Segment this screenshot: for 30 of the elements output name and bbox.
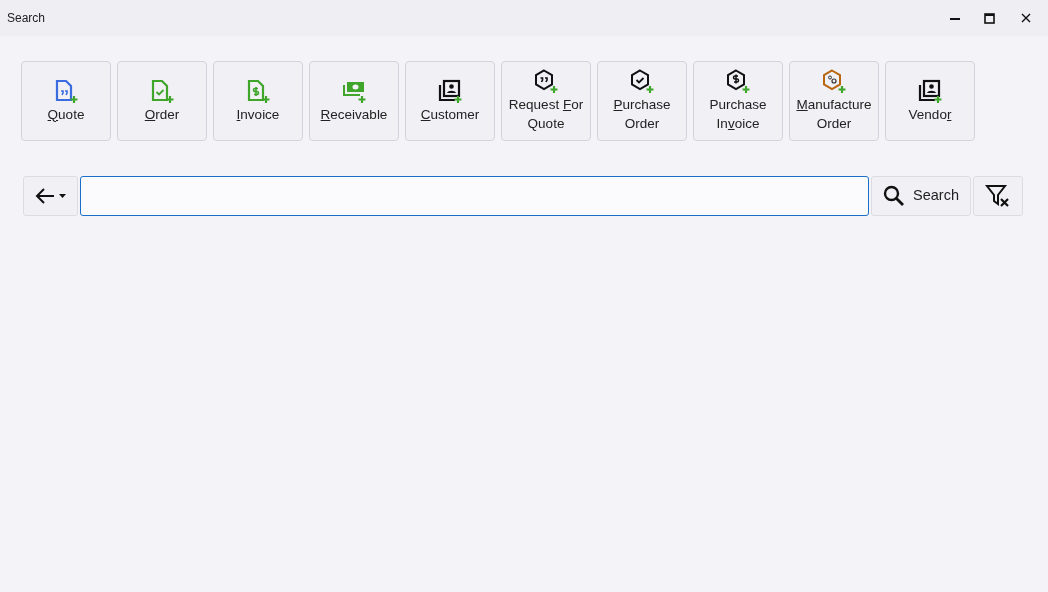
hexagon-dollar-plus-icon (725, 69, 751, 95)
search-icon (883, 185, 905, 207)
toolbar-button[interactable]: Purchase Invoice (693, 61, 783, 141)
toolbar-button[interactable]: Manufacture Order (789, 61, 879, 141)
toolbar-button[interactable]: Invoice (213, 61, 303, 141)
clear-filter-icon (985, 184, 1011, 208)
search-field[interactable] (80, 176, 869, 216)
contact-card-plus-icon (917, 78, 943, 105)
clear-filter-button[interactable] (973, 176, 1023, 216)
toolbar-button[interactable]: Customer (405, 61, 495, 141)
window-title: Search (7, 10, 47, 27)
contact-card-plus-icon (437, 78, 463, 105)
toolbar-button[interactable]: Quote (21, 61, 111, 141)
back-arrow-icon (35, 188, 55, 204)
toolbar-button[interactable]: Receivable (309, 61, 399, 141)
hexagon-quote-plus-icon (533, 69, 559, 95)
search-button[interactable]: Search (871, 176, 971, 216)
hexagon-gears-plus-icon (821, 69, 847, 95)
toolbar-button[interactable]: Purchase Order (597, 61, 687, 141)
toolbar-button[interactable]: Request For Quote (501, 61, 591, 141)
caret-icon (59, 194, 66, 198)
hexagon-check-plus-icon (629, 69, 655, 95)
toolbar-button[interactable]: Order (117, 61, 207, 141)
maximize-icon (983, 12, 995, 24)
document-check-plus-icon (149, 78, 175, 105)
close-icon (1021, 13, 1031, 23)
document-dollar-plus-icon (245, 78, 271, 105)
toolbar-button[interactable]: Vendor (885, 61, 975, 141)
document-quote-plus-icon (53, 78, 79, 105)
back-dropdown-button[interactable] (23, 176, 78, 216)
